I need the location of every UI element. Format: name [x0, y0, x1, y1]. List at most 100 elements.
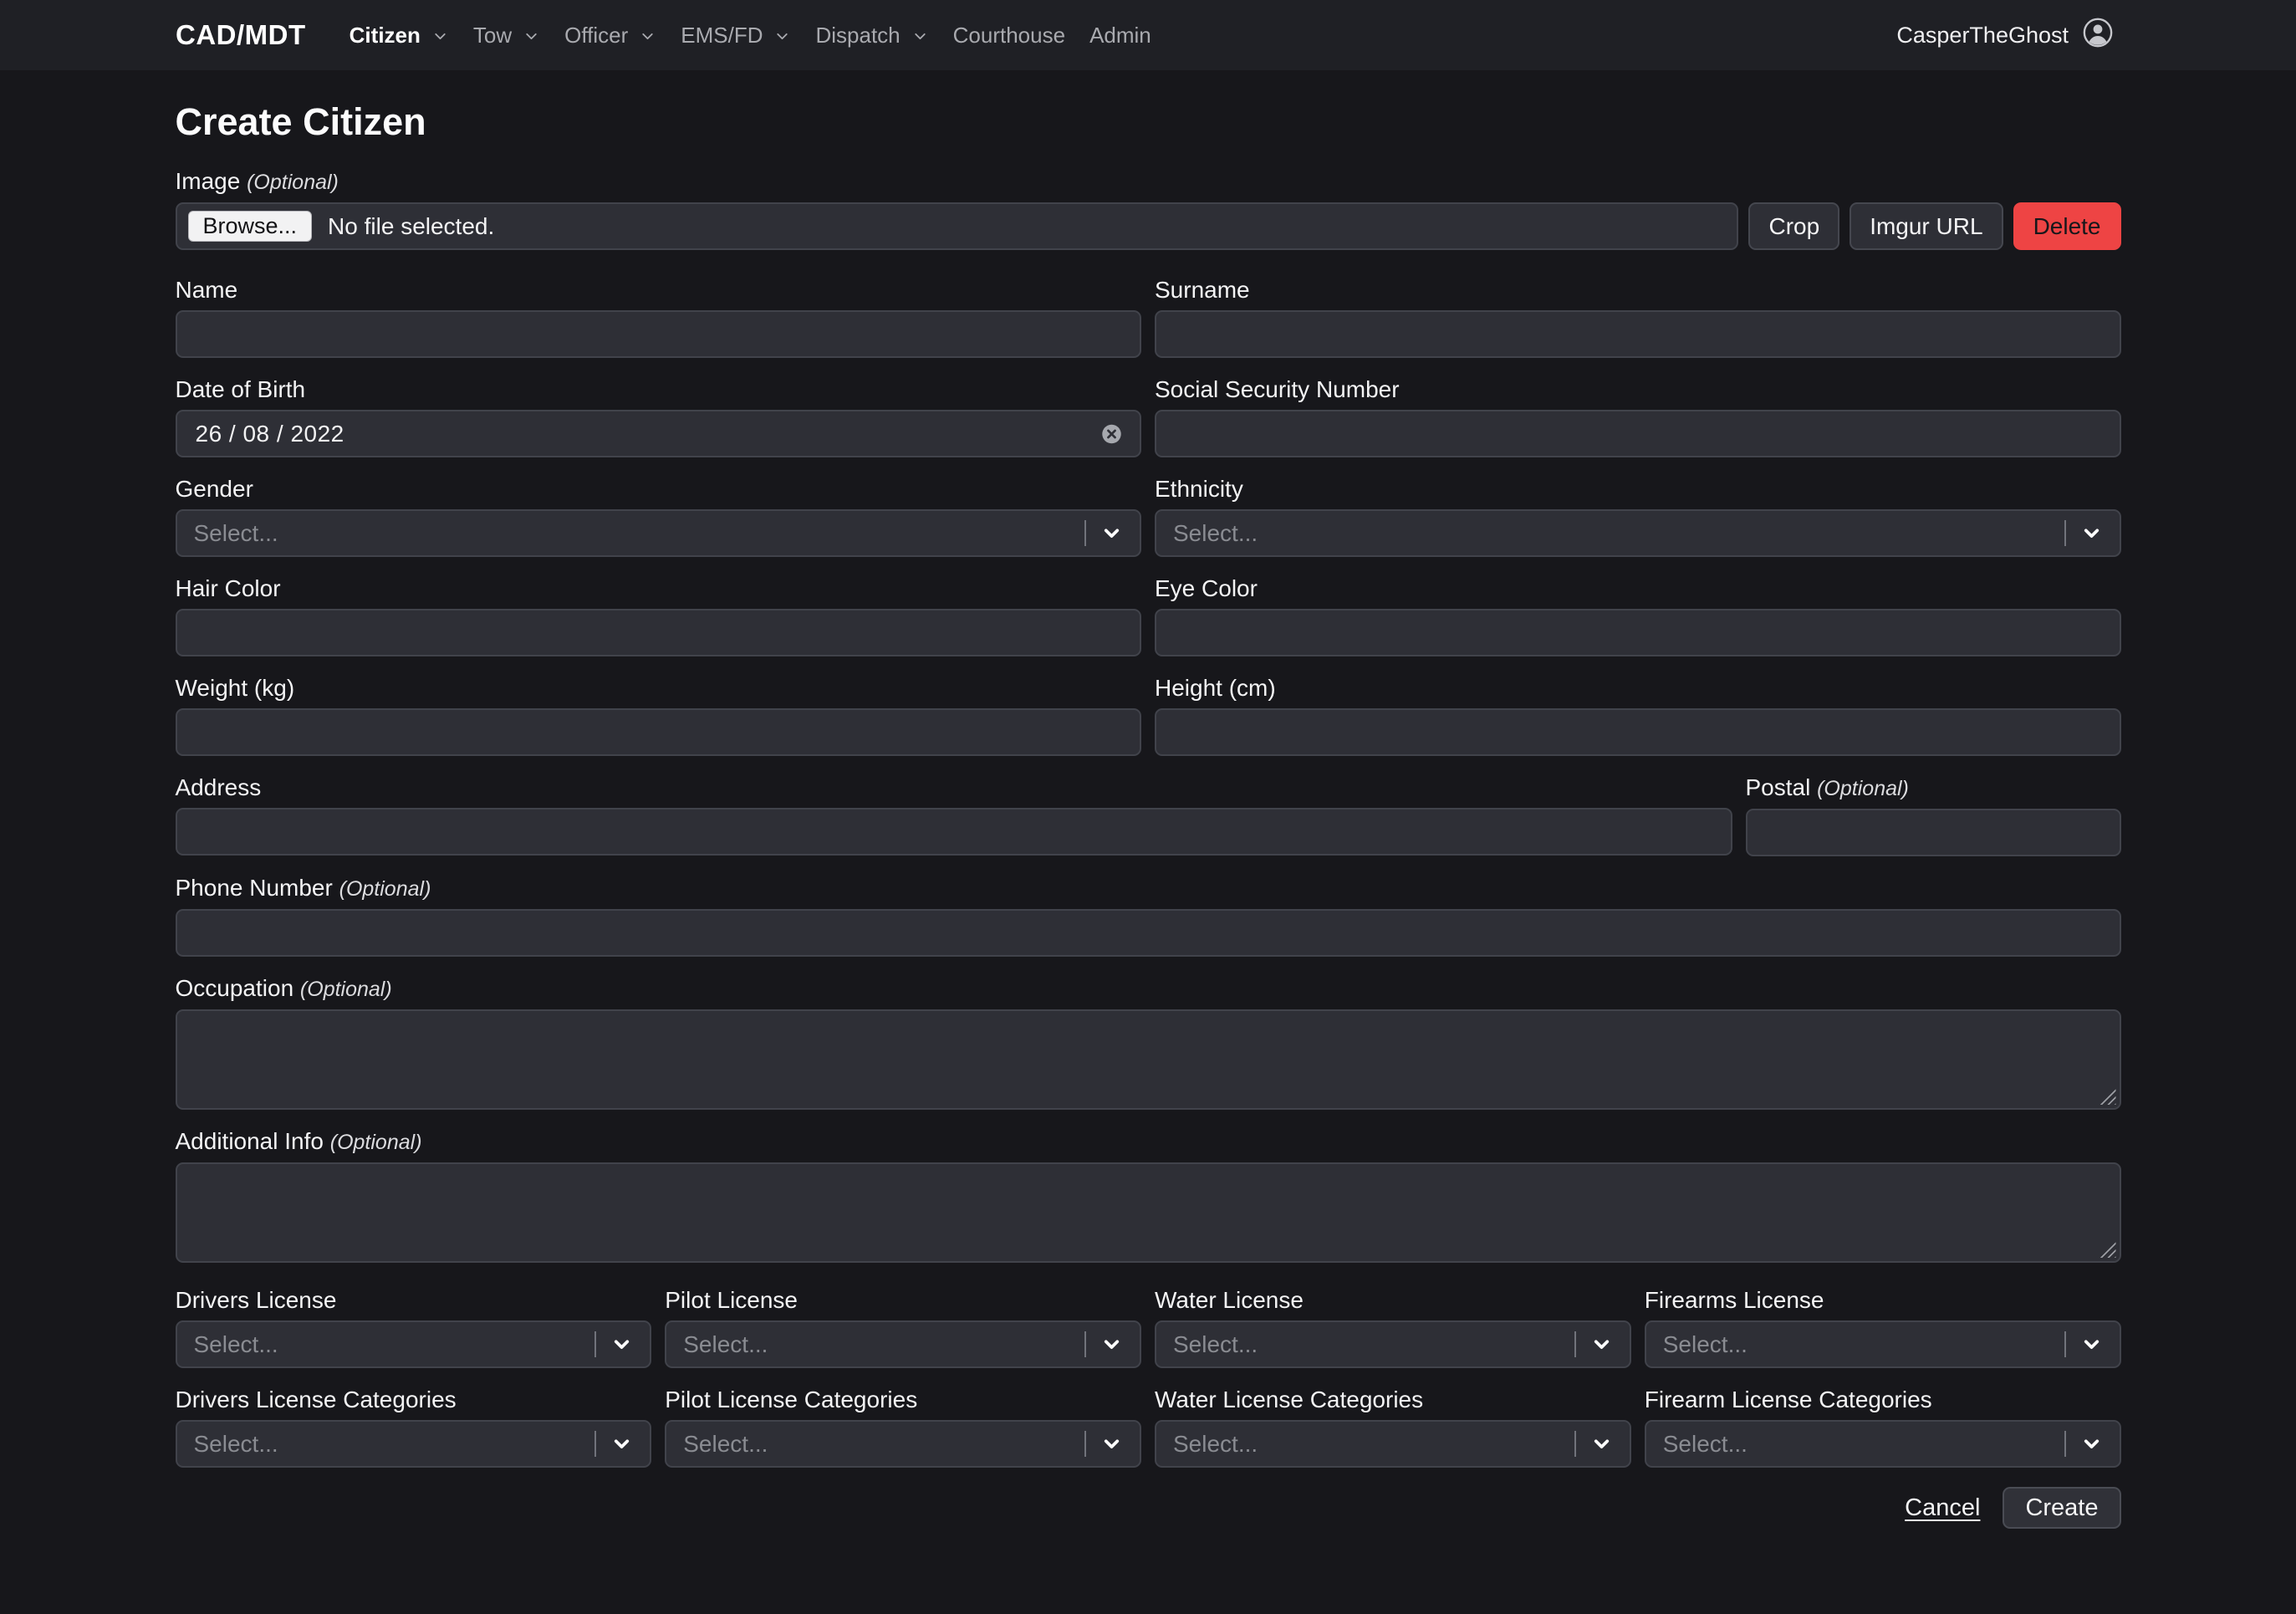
name-label: Name: [176, 278, 1142, 303]
select-placeholder: Select...: [1173, 1431, 1574, 1458]
select-divider: [2064, 1331, 2066, 1357]
additional-info-optional-text: (Optional): [330, 1131, 422, 1154]
create-button[interactable]: Create: [2003, 1487, 2120, 1529]
select-divider: [2064, 520, 2066, 546]
hair-color-field-group: Hair Color: [176, 576, 1142, 656]
address-input[interactable]: [176, 808, 1732, 856]
nav-item-label: Dispatch: [815, 23, 900, 49]
imgur-url-button[interactable]: Imgur URL: [1850, 202, 2003, 250]
water-license-group: Water License Select...: [1155, 1288, 1631, 1368]
surname-label: Surname: [1155, 278, 2121, 303]
surname-field-group: Surname: [1155, 278, 2121, 358]
gender-label: Gender: [176, 477, 1142, 502]
user-menu[interactable]: CasperTheGhost: [1896, 17, 2114, 54]
select-placeholder: Select...: [194, 520, 1085, 547]
phone-input[interactable]: [176, 909, 2121, 957]
nav-item-citizen[interactable]: Citizen: [350, 23, 449, 49]
select-placeholder: Select...: [194, 1331, 595, 1358]
ethnicity-label: Ethnicity: [1155, 477, 2121, 502]
select-divider: [1084, 1431, 1086, 1457]
firearms-license-select[interactable]: Select...: [1645, 1320, 2121, 1368]
chevron-down-icon: [1590, 1433, 1613, 1455]
firearms-license-group: Firearms License Select...: [1645, 1288, 2121, 1368]
gender-select[interactable]: Select...: [176, 509, 1142, 557]
select-divider: [1574, 1331, 1576, 1357]
select-divider: [1574, 1431, 1576, 1457]
water-license-label: Water License: [1155, 1288, 1631, 1313]
dob-input[interactable]: 26 / 08 / 2022: [176, 410, 1142, 457]
drivers-license-label: Drivers License: [176, 1288, 652, 1313]
clear-date-icon[interactable]: [1100, 422, 1123, 445]
ethnicity-select[interactable]: Select...: [1155, 509, 2121, 557]
height-field-group: Height (cm): [1155, 676, 2121, 756]
water-license-categories-select[interactable]: Select...: [1155, 1420, 1631, 1468]
chevron-down-icon: [2080, 522, 2103, 544]
form-footer: Cancel Create: [176, 1487, 2121, 1529]
postal-input[interactable]: [1746, 809, 2121, 856]
drivers-license-categories-group: Drivers License Categories Select...: [176, 1387, 652, 1468]
image-label-text: Image: [176, 168, 241, 194]
dob-label: Date of Birth: [176, 377, 1142, 402]
surname-input[interactable]: [1155, 310, 2121, 358]
water-license-categories-group: Water License Categories Select...: [1155, 1387, 1631, 1468]
page-title: Create Citizen: [176, 100, 2121, 144]
nav-item-officer[interactable]: Officer: [564, 23, 656, 49]
eye-color-input[interactable]: [1155, 609, 2121, 656]
dob-ssn-row: Date of Birth 26 / 08 / 2022 Social Secu…: [176, 377, 2121, 457]
occupation-textarea[interactable]: [176, 1009, 2121, 1110]
select-placeholder: Select...: [1663, 1331, 2064, 1358]
nav-item-admin[interactable]: Admin: [1089, 23, 1151, 49]
name-row: Name Surname: [176, 278, 2121, 358]
cancel-button[interactable]: Cancel: [1905, 1494, 1980, 1522]
nav-item-courthouse[interactable]: Courthouse: [953, 23, 1065, 49]
water-license-select[interactable]: Select...: [1155, 1320, 1631, 1368]
nav-item-dispatch[interactable]: Dispatch: [815, 23, 928, 49]
nav-item-tow[interactable]: Tow: [473, 23, 540, 49]
firearm-license-categories-select[interactable]: Select...: [1645, 1420, 2121, 1468]
pilot-license-categories-select[interactable]: Select...: [665, 1420, 1141, 1468]
height-input[interactable]: [1155, 708, 2121, 756]
nav-item-emsfd[interactable]: EMS/FD: [681, 23, 791, 49]
occupation-row: Occupation (Optional): [176, 976, 2121, 1110]
chevron-down-icon: [1100, 522, 1123, 544]
chevron-down-icon: [1100, 1333, 1123, 1356]
postal-optional-text: (Optional): [1817, 777, 1909, 800]
chevron-down-icon: [431, 28, 449, 45]
drivers-license-categories-label: Drivers License Categories: [176, 1387, 652, 1412]
drivers-license-categories-select[interactable]: Select...: [176, 1420, 652, 1468]
app-logo[interactable]: CAD/MDT: [176, 19, 306, 51]
postal-label-text: Postal: [1746, 774, 1811, 800]
ssn-input[interactable]: [1155, 410, 2121, 457]
nav-item-label: Citizen: [350, 23, 421, 49]
hair-color-label: Hair Color: [176, 576, 1142, 601]
dob-field-group: Date of Birth 26 / 08 / 2022: [176, 377, 1142, 457]
select-placeholder: Select...: [1173, 520, 2064, 547]
chevron-down-icon: [773, 28, 791, 45]
select-placeholder: Select...: [1663, 1431, 2064, 1458]
drivers-license-select[interactable]: Select...: [176, 1320, 652, 1368]
occupation-label-text: Occupation: [176, 975, 294, 1001]
create-citizen-form: Create Citizen Image (Optional) Browse..…: [176, 70, 2121, 1529]
select-divider: [1084, 1331, 1086, 1357]
hair-color-input[interactable]: [176, 609, 1142, 656]
pilot-license-select[interactable]: Select...: [665, 1320, 1141, 1368]
postal-field-group: Postal (Optional): [1746, 775, 2121, 856]
additional-info-textarea[interactable]: [176, 1162, 2121, 1263]
nav-item-label: Courthouse: [953, 23, 1065, 49]
occupation-textarea-wrap: [176, 1009, 2121, 1110]
crop-button[interactable]: Crop: [1748, 202, 1839, 250]
drivers-license-group: Drivers License Select...: [176, 1288, 652, 1368]
additional-info-label-text: Additional Info: [176, 1128, 324, 1154]
name-input[interactable]: [176, 310, 1142, 358]
image-file-input[interactable]: Browse... No file selected.: [176, 202, 1739, 250]
delete-image-button[interactable]: Delete: [2013, 202, 2121, 250]
browse-button[interactable]: Browse...: [188, 211, 313, 242]
file-status-text: No file selected.: [328, 213, 494, 240]
select-placeholder: Select...: [683, 1431, 1084, 1458]
eye-color-label: Eye Color: [1155, 576, 2121, 601]
weight-input[interactable]: [176, 708, 1142, 756]
weight-label: Weight (kg): [176, 676, 1142, 701]
licenses-row: Drivers License Select... Pilot License …: [176, 1288, 2121, 1368]
chevron-down-icon: [2080, 1433, 2103, 1455]
chevron-down-icon: [639, 28, 656, 45]
